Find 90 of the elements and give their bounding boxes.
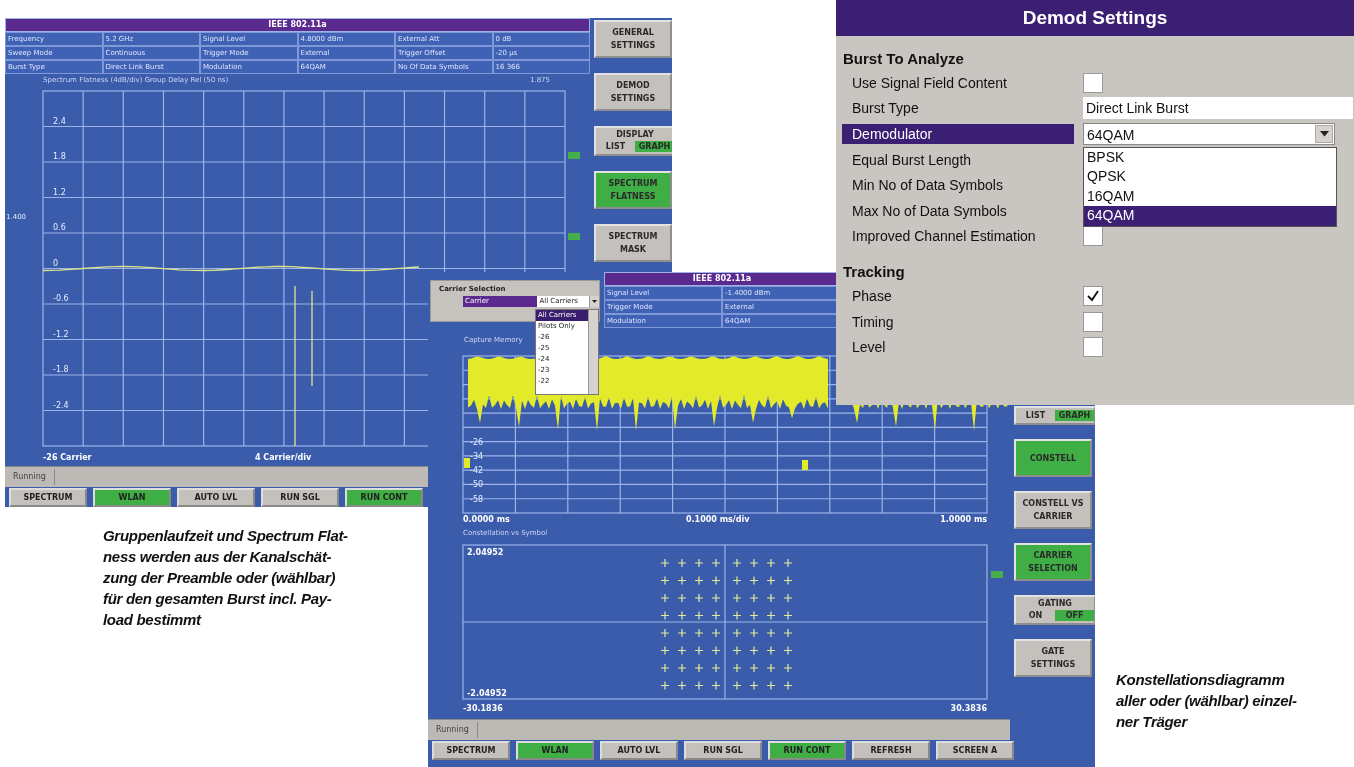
- axis-label: 1.0000 ms: [940, 515, 987, 524]
- panel-title: Demod Settings: [836, 0, 1354, 36]
- toggle-option[interactable]: LIST: [596, 141, 635, 152]
- softkey-button[interactable]: CONSTELL VS CARRIER: [1014, 491, 1092, 529]
- setting-label: Phase: [851, 286, 893, 306]
- axis-tick-label: -2.4: [53, 400, 69, 410]
- setting-label: Use Signal Field Content: [851, 73, 1008, 93]
- hardkey-button[interactable]: RUN SGL: [261, 488, 339, 507]
- softkey-label: DISPLAY: [616, 130, 654, 139]
- text-field[interactable]: Direct Link Burst: [1083, 97, 1353, 120]
- axis-tick-label: -42: [470, 466, 484, 476]
- axis-tick-label: 1.8: [53, 152, 66, 161]
- axis-tick-label: -58: [470, 494, 484, 504]
- softkey-button[interactable]: SPECTRUM FLATNESS: [594, 171, 672, 209]
- checkbox[interactable]: [1083, 285, 1103, 306]
- axis-label: 4 Carrier/div: [255, 453, 312, 462]
- dropdown-arrow-icon: [592, 300, 597, 303]
- hardkey-button[interactable]: AUTO LVL: [600, 741, 678, 760]
- checkbox[interactable]: [1083, 226, 1103, 247]
- setting-label: Burst Type: [851, 99, 920, 119]
- hardkey-button[interactable]: RUN CONT: [345, 488, 423, 507]
- axis-label: 0.1000 ms/div: [686, 515, 750, 524]
- toggle-softkey[interactable]: LIST GRAPH: [1014, 406, 1095, 425]
- dropdown-option[interactable]: 64QAM: [1084, 206, 1336, 226]
- axis-tick-label: 1.2: [53, 187, 66, 197]
- hardkey-button[interactable]: REFRESH: [852, 741, 930, 760]
- setting-label: Timing: [851, 312, 895, 332]
- dropdown-arrow-icon: [1319, 131, 1329, 137]
- checkbox[interactable]: [1083, 337, 1103, 358]
- axis-tick-label: -34: [470, 451, 484, 461]
- softkey-button[interactable]: DEMOD SETTINGS: [594, 73, 672, 111]
- axis-label: 0.0000 ms: [463, 515, 510, 524]
- hardkey-button[interactable]: SPECTRUM: [432, 741, 510, 760]
- toggle-option[interactable]: GRAPH: [1055, 410, 1094, 421]
- dropdown-option[interactable]: BPSK: [1084, 148, 1336, 168]
- toggle-option[interactable]: GRAPH: [635, 141, 672, 152]
- softkey-button[interactable]: CARRIER SELECTION: [1014, 543, 1092, 581]
- hardkey-button[interactable]: WLAN: [93, 488, 171, 507]
- axis-tick-label: 0: [53, 258, 59, 268]
- screen-title: IEEE 802.11a: [5, 18, 590, 32]
- hardkey-button[interactable]: SCREEN A: [936, 741, 1014, 760]
- toggle-softkey[interactable]: GATING ON OFF: [1014, 595, 1095, 625]
- softkey-label: GATING: [1038, 599, 1072, 608]
- axis-tick-label: -1.8: [53, 365, 69, 374]
- status-text: Running: [428, 722, 478, 738]
- setting-label: Equal Burst Length: [851, 150, 973, 170]
- scrollbar[interactable]: [588, 310, 598, 394]
- axis-value: -30.1836: [463, 704, 503, 713]
- softkey-button[interactable]: SPECTRUM MASK: [594, 224, 672, 262]
- hardkey-button[interactable]: AUTO LVL: [177, 488, 255, 507]
- axis-value: 30.3836: [950, 704, 987, 713]
- axis-tick-label: -26: [470, 437, 484, 447]
- caption-text: Konstellationsdiagramm aller oder (wählbar) einzel- ner Träger: [1116, 670, 1297, 732]
- setting-label: Max No of Data Symbols: [851, 201, 1008, 221]
- marker-tag: [991, 571, 1003, 578]
- axis-value: 2.04952: [467, 548, 504, 557]
- hardkey-button[interactable]: SPECTRUM: [9, 488, 87, 507]
- toggle-softkey[interactable]: DISPLAY LIST GRAPH: [594, 126, 672, 156]
- toggle-option[interactable]: LIST: [1016, 410, 1055, 421]
- dropdown-option[interactable]: QPSK: [1084, 167, 1336, 187]
- hardkey-button[interactable]: RUN CONT: [768, 741, 846, 760]
- checkmark-icon: [1086, 288, 1100, 303]
- dropdown-field[interactable]: 64QAM: [1083, 123, 1335, 145]
- axis-tick-label: -0.6: [53, 294, 69, 303]
- axis-tick-label: -1.2: [53, 329, 69, 339]
- axis-tick-label: -50: [470, 480, 484, 490]
- hardkey-button[interactable]: WLAN: [516, 741, 594, 760]
- hardkey-button[interactable]: RUN SGL: [684, 741, 762, 760]
- softkey-button[interactable]: GENERAL SETTINGS: [594, 20, 672, 58]
- checkbox[interactable]: [1083, 311, 1103, 332]
- dropdown-option[interactable]: 16QAM: [1084, 187, 1336, 207]
- toggle-option[interactable]: ON: [1016, 610, 1055, 621]
- status-text: Running: [5, 469, 55, 485]
- setting-label: Improved Channel Estimation: [851, 227, 1037, 247]
- axis-label: -26 Carrier: [43, 453, 92, 462]
- marker-tag: [568, 233, 580, 240]
- softkey-button[interactable]: GATE SETTINGS: [1014, 639, 1092, 677]
- softkey-button[interactable]: CONSTELL: [1014, 439, 1092, 477]
- caption-text: Gruppenlaufzeit und Spectrum Flat- ness werden aus der Kanalschät- zung der Preamble oder (wählbar) für den gesamten Burst incl. Pay- load bestimmt: [103, 526, 348, 630]
- section-heading: Tracking: [842, 263, 906, 283]
- axis-value: -2.04952: [467, 689, 507, 698]
- section-heading: Burst To Analyze: [842, 50, 965, 69]
- checkbox[interactable]: [1083, 72, 1103, 93]
- setting-label: Level: [851, 338, 887, 358]
- axis-tick-label: 2.4: [53, 116, 66, 126]
- toggle-option[interactable]: OFF: [1055, 610, 1094, 621]
- marker-tag: [568, 152, 580, 159]
- axis-tick-label: 0.6: [53, 223, 66, 232]
- setting-label: Min No of Data Symbols: [851, 176, 1004, 196]
- setting-label: Demodulator: [842, 124, 1074, 144]
